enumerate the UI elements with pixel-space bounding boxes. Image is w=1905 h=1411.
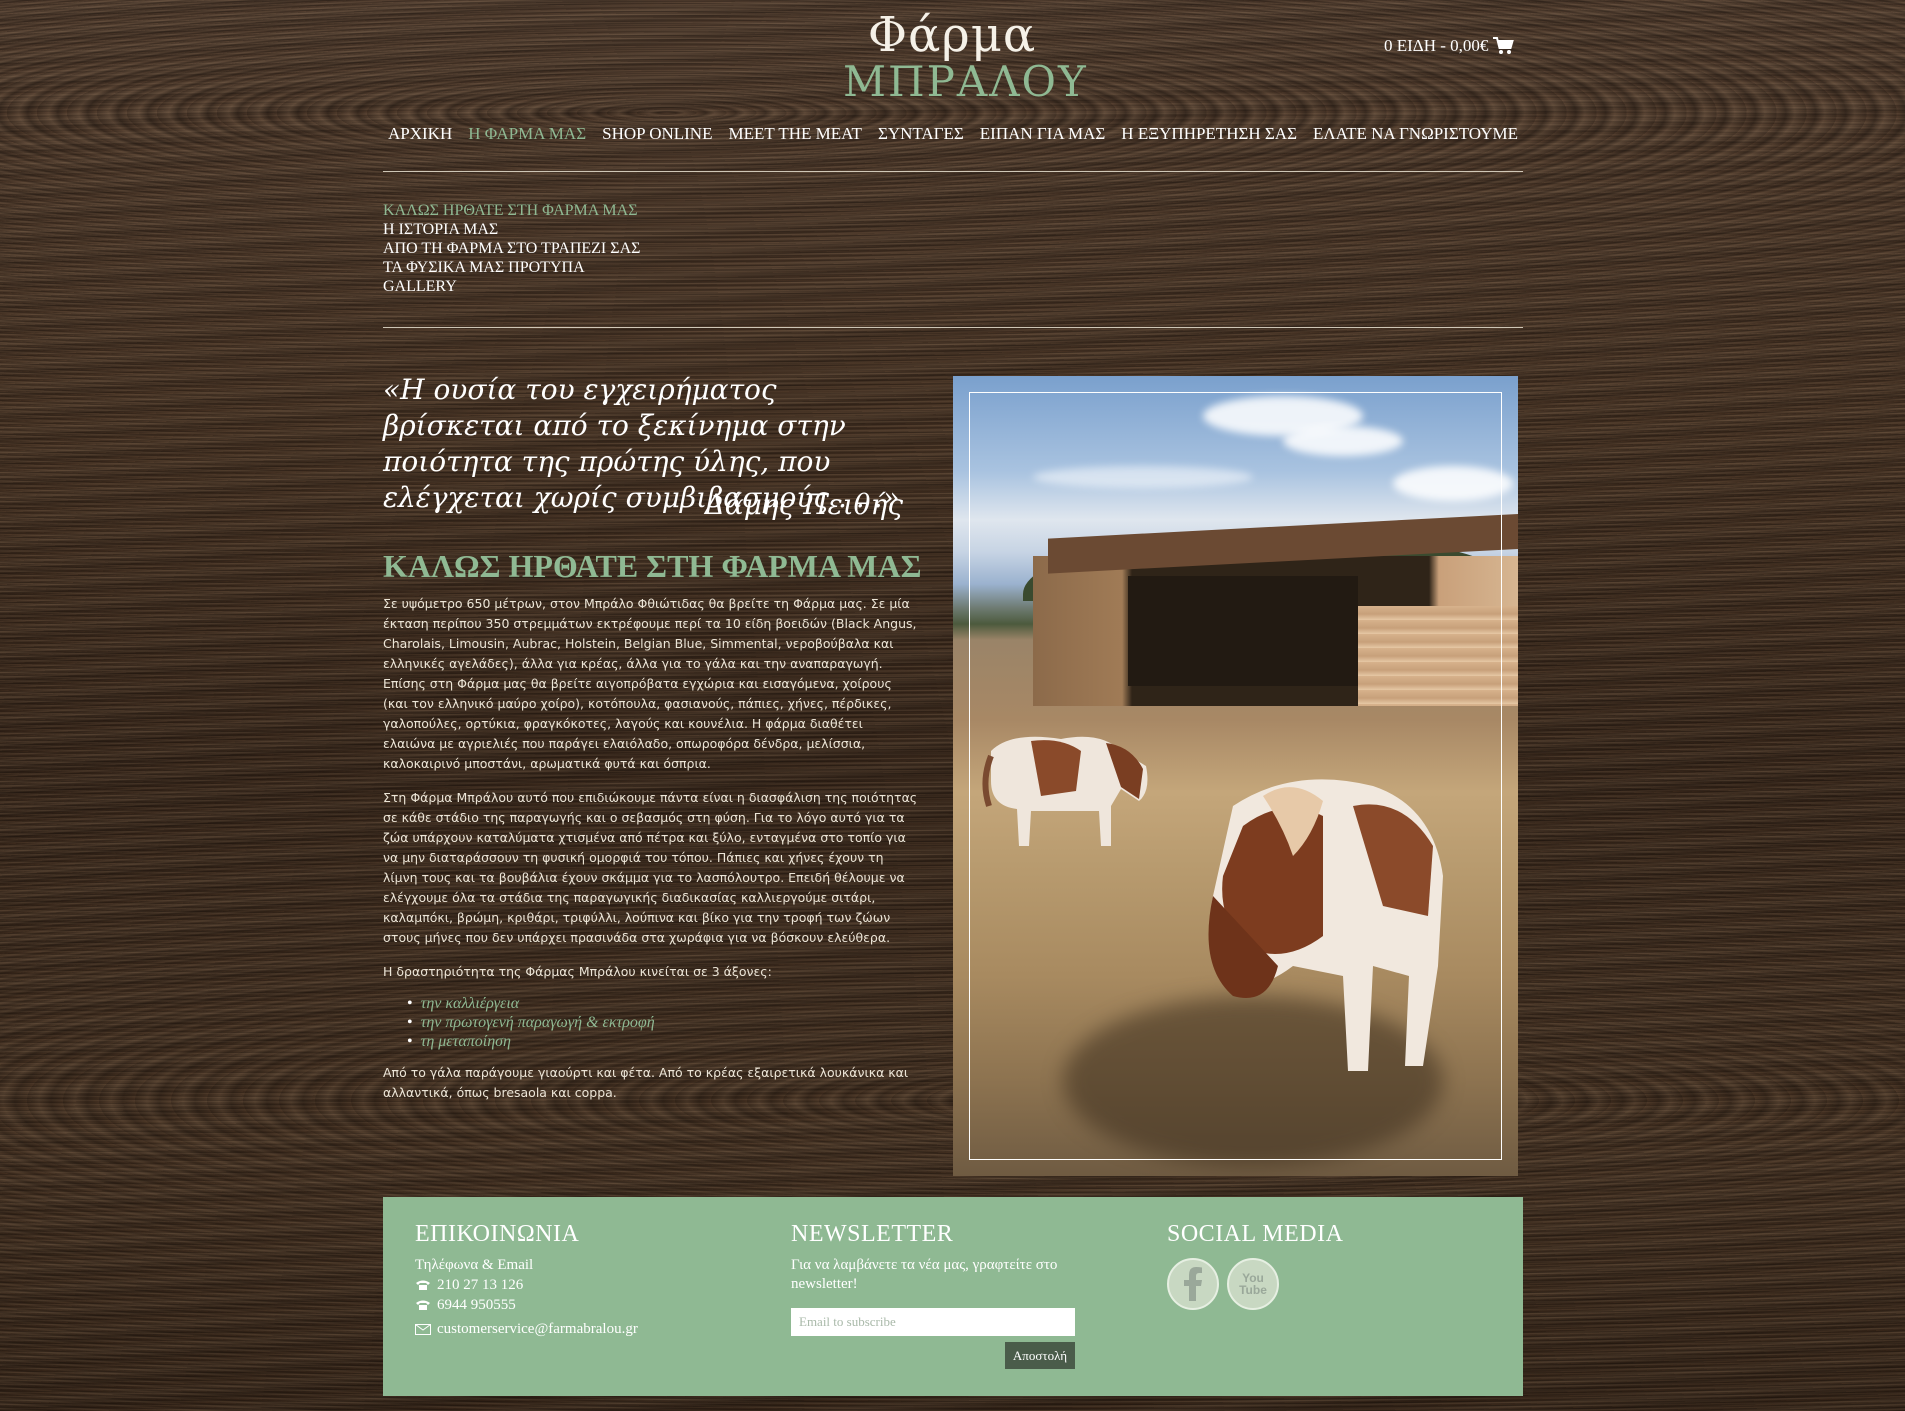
email-line[interactable]: customerservice@farmabralou.gr bbox=[415, 1319, 745, 1339]
phone-number: 210 27 13 126 bbox=[437, 1277, 524, 1293]
main-navigation: ΑΡΧΙΚΗ Η ΦΑΡΜΑ ΜΑΣ SHOP ONLINE MEET THE … bbox=[383, 124, 1523, 144]
social-title: SOCIAL MEDIA bbox=[1167, 1221, 1344, 1247]
subnav-item-standards[interactable]: ΤΑ ΦΥΣΙΚΑ ΜΑΣ ΠΡΟΤΥΠΑ bbox=[383, 258, 640, 277]
newsletter-title: NEWSLETTER bbox=[791, 1221, 954, 1247]
article-body: Σε υψόμετρο 650 μέτρων, στον Μπράλο Φθιώ… bbox=[383, 594, 918, 1117]
phone-line-2[interactable]: 6944 950555 bbox=[415, 1295, 745, 1315]
site-logo[interactable]: Φάρμα ΜΠΡΑΛΟΥ bbox=[843, 7, 1088, 106]
page-title: ΚΑΛΩΣ ΗΡΘΑΤΕ ΣΤΗ ΦΑΡΜΑ ΜΑΣ bbox=[383, 548, 922, 584]
email-address: customerservice@farmabralou.gr bbox=[437, 1321, 638, 1337]
logo-line-1: Φάρμα bbox=[867, 7, 1037, 63]
envelope-icon bbox=[415, 1323, 431, 1335]
nav-item-testimonials[interactable]: ΕΙΠΑΝ ΓΙΑ ΜΑΣ bbox=[972, 124, 1114, 144]
nav-item-contact[interactable]: ΕΛΑΤΕ ΝΑ ΓΝΩΡΙΣΤΟΥΜΕ bbox=[1305, 124, 1526, 144]
cart-link[interactable]: 0 ΕΙΔΗ - 0,00€ bbox=[1384, 36, 1515, 56]
nav-item-meet-the-meat[interactable]: MEET THE MEAT bbox=[720, 124, 869, 144]
paragraph-products: Από το γάλα παράγουμε γιαούρτι και φέτα.… bbox=[383, 1065, 909, 1100]
newsletter-text: Για να λαμβάνετε τα νέα μας, γραφτείτε σ… bbox=[791, 1257, 1058, 1292]
paragraph-quality: Στη Φάρμα Μπράλου αυτό που επιδιώκουμε π… bbox=[383, 790, 918, 945]
phone-line-1[interactable]: 210 27 13 126 bbox=[415, 1275, 745, 1295]
list-item: την πρωτογενή παραγωγή & εκτροφή bbox=[421, 1013, 918, 1032]
youtube-icon[interactable]: You Tube bbox=[1227, 1258, 1279, 1310]
cart-icon bbox=[1492, 36, 1515, 56]
list-item: τη μεταποίηση bbox=[421, 1032, 918, 1051]
site-footer: ΕΠΙΚΟΙΝΩΝΙΑ Τηλέφωνα & Email 210 27 13 1… bbox=[383, 1197, 1523, 1396]
newsletter-section: NEWSLETTER Για να λαμβάνετε τα νέα μας, … bbox=[791, 1221, 1091, 1369]
paragraph-intro: Σε υψόμετρο 650 μέτρων, στον Μπράλο Φθιώ… bbox=[383, 596, 917, 771]
newsletter-email-input[interactable] bbox=[791, 1308, 1075, 1336]
axes-list: την καλλιέργεια την πρωτογενή παραγωγή &… bbox=[421, 994, 918, 1051]
cart-summary: 0 ΕΙΔΗ - 0,00€ bbox=[1384, 36, 1489, 55]
contact-title: ΕΠΙΚΟΙΝΩΝΙΑ bbox=[415, 1221, 580, 1247]
sub-navigation: ΚΑΛΩΣ ΗΡΘΑΤΕ ΣΤΗ ΦΑΡΜΑ ΜΑΣ Η ΙΣΤΟΡΙΑ ΜΑΣ… bbox=[383, 201, 640, 296]
subnav-item-history[interactable]: Η ΙΣΤΟΡΙΑ ΜΑΣ bbox=[383, 220, 640, 239]
nav-item-home[interactable]: ΑΡΧΙΚΗ bbox=[380, 124, 460, 144]
youtube-label-bottom: Tube bbox=[1239, 1283, 1267, 1297]
nav-item-customer-service[interactable]: Η ΕΞΥΠΗΡΕΤΗΣΗ ΣΑΣ bbox=[1113, 124, 1305, 144]
quote-author: Δάμης Πειθής bbox=[704, 488, 903, 521]
contact-section: ΕΠΙΚΟΙΝΩΝΙΑ Τηλέφωνα & Email 210 27 13 1… bbox=[415, 1221, 745, 1339]
photo-frame bbox=[969, 392, 1502, 1160]
phone-icon bbox=[415, 1279, 431, 1291]
subnav-item-gallery[interactable]: GALLERY bbox=[383, 277, 640, 296]
paragraph-axes: Η δραστηριότητα της Φάρμας Μπράλου κινεί… bbox=[383, 964, 772, 979]
social-section: SOCIAL MEDIA You Tube bbox=[1167, 1221, 1467, 1310]
logo-line-2: ΜΠΡΑΛΟΥ bbox=[843, 57, 1088, 106]
subnav-divider bbox=[383, 327, 1523, 328]
phone-number: 6944 950555 bbox=[437, 1297, 516, 1313]
nav-item-shop-online[interactable]: SHOP ONLINE bbox=[594, 124, 720, 144]
social-links: You Tube bbox=[1167, 1258, 1467, 1310]
subnav-item-welcome[interactable]: ΚΑΛΩΣ ΗΡΘΑΤΕ ΣΤΗ ΦΑΡΜΑ ΜΑΣ bbox=[383, 201, 640, 220]
list-item: την καλλιέργεια bbox=[421, 994, 918, 1013]
nav-item-recipes[interactable]: ΣΥΝΤΑΓΕΣ bbox=[870, 124, 972, 144]
contact-subtitle: Τηλέφωνα & Email bbox=[415, 1257, 534, 1273]
nav-divider bbox=[383, 171, 1523, 172]
nav-item-our-farm[interactable]: Η ΦΑΡΜΑ ΜΑΣ bbox=[460, 124, 594, 144]
facebook-icon[interactable] bbox=[1167, 1258, 1219, 1310]
farm-ponies-photo bbox=[953, 376, 1518, 1176]
subnav-item-farm-to-table[interactable]: ΑΠΟ ΤΗ ΦΑΡΜΑ ΣΤΟ ΤΡΑΠΕΖΙ ΣΑΣ bbox=[383, 239, 640, 258]
phone-icon bbox=[415, 1299, 431, 1311]
newsletter-submit-button[interactable]: Αποστολή bbox=[1005, 1342, 1075, 1369]
